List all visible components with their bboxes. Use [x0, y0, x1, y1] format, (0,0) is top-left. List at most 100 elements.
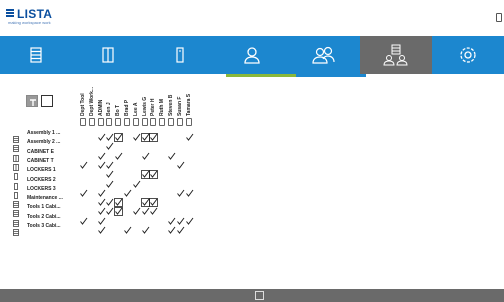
permission-cell[interactable]	[132, 185, 141, 194]
permission-cell[interactable]	[185, 157, 194, 166]
column-header[interactable]: Ruth M	[158, 78, 167, 128]
permission-cell[interactable]	[176, 166, 185, 175]
nav-item-locker[interactable]	[144, 36, 216, 74]
permission-cell[interactable]	[141, 185, 150, 194]
permission-cell[interactable]	[149, 213, 158, 222]
permission-cell[interactable]	[167, 185, 176, 194]
permission-cell[interactable]	[79, 157, 88, 169]
permission-cell[interactable]	[141, 203, 150, 216]
permission-cell[interactable]	[88, 148, 97, 157]
permission-cell[interactable]	[79, 129, 88, 138]
permission-cell[interactable]	[132, 203, 141, 216]
permission-cell[interactable]	[185, 138, 194, 147]
permission-cell[interactable]	[158, 185, 167, 194]
permission-cell[interactable]	[176, 129, 185, 138]
permission-cell[interactable]	[176, 185, 185, 197]
permission-cell[interactable]	[79, 185, 88, 197]
permission-cell[interactable]	[123, 138, 132, 147]
permission-cell[interactable]	[132, 138, 141, 147]
column-header[interactable]: Steven B	[167, 78, 176, 128]
permission-cell[interactable]	[158, 194, 167, 203]
permission-cell[interactable]	[132, 129, 141, 141]
permission-cell[interactable]	[185, 148, 194, 157]
permission-cell[interactable]	[185, 222, 194, 231]
permission-cell[interactable]	[123, 213, 132, 222]
permission-cell[interactable]	[140, 194, 150, 207]
permission-cell[interactable]	[105, 166, 114, 179]
permission-cell[interactable]	[141, 222, 150, 234]
permission-cell[interactable]	[176, 138, 185, 147]
permission-cell[interactable]	[167, 194, 176, 203]
permission-cell[interactable]	[167, 148, 176, 160]
permission-cell[interactable]	[158, 166, 167, 175]
column-header[interactable]: Peter H	[149, 78, 158, 128]
view-toggle-icon[interactable]	[26, 95, 38, 107]
nav-item-drawer-cabinet[interactable]	[0, 36, 72, 74]
column-header[interactable]: Dept Tool	[79, 78, 88, 128]
permission-cell[interactable]	[97, 222, 106, 234]
permission-cell[interactable]	[140, 166, 150, 180]
permission-cell[interactable]	[97, 185, 106, 197]
permission-cell[interactable]	[105, 148, 114, 157]
permission-cell[interactable]	[149, 176, 158, 185]
permission-cell[interactable]	[123, 166, 132, 175]
permission-cell[interactable]	[97, 194, 106, 206]
permission-cell[interactable]	[123, 185, 132, 197]
permission-cell[interactable]	[141, 138, 150, 147]
permission-cell[interactable]	[149, 138, 158, 147]
permission-cell[interactable]	[141, 157, 150, 166]
permission-cell[interactable]	[105, 129, 114, 141]
permission-cell[interactable]	[105, 185, 114, 194]
permission-cell[interactable]	[114, 138, 123, 147]
permission-cell[interactable]	[185, 176, 194, 185]
permission-cell[interactable]	[79, 194, 88, 203]
permission-cell[interactable]	[176, 157, 185, 169]
permission-cell[interactable]	[88, 203, 97, 212]
column-header[interactable]: Ben J	[105, 78, 114, 128]
permission-cell[interactable]	[149, 203, 158, 216]
column-header[interactable]: Tamara S	[185, 78, 194, 128]
permission-cell[interactable]	[88, 138, 97, 147]
permission-cell[interactable]	[105, 203, 114, 216]
permission-cell[interactable]	[167, 213, 176, 225]
permission-cell[interactable]	[97, 157, 106, 169]
column-header[interactable]: Lee A	[132, 78, 141, 128]
permission-cell[interactable]	[141, 148, 150, 160]
permission-cell[interactable]	[167, 166, 176, 175]
permission-cell[interactable]	[176, 203, 185, 212]
permission-cell[interactable]	[123, 157, 132, 166]
permission-cell[interactable]	[79, 138, 88, 147]
permission-cell[interactable]	[105, 222, 114, 231]
permission-cell[interactable]	[97, 213, 106, 225]
permission-cell[interactable]	[123, 176, 132, 185]
nav-item-user-cabinet-assign[interactable]	[360, 36, 432, 74]
permission-cell[interactable]	[149, 194, 159, 207]
permission-cell[interactable]	[105, 176, 114, 188]
column-header[interactable]: Dept Work...	[88, 78, 97, 128]
permission-cell[interactable]	[105, 138, 114, 151]
permission-cell[interactable]	[79, 166, 88, 175]
nav-item-cabinet[interactable]	[72, 36, 144, 74]
permission-cell[interactable]	[114, 166, 123, 175]
permission-cell[interactable]	[176, 176, 185, 185]
permission-cell[interactable]	[79, 176, 88, 185]
permission-cell[interactable]	[114, 176, 123, 185]
permission-cell[interactable]	[132, 148, 141, 157]
permission-cell[interactable]	[185, 166, 194, 175]
select-all-checkbox-icon[interactable]	[41, 95, 53, 107]
permission-cell[interactable]	[123, 222, 132, 234]
permission-cell[interactable]	[88, 185, 97, 194]
permission-cell[interactable]	[176, 148, 185, 157]
permission-cell[interactable]	[185, 129, 194, 141]
permission-cell[interactable]	[88, 194, 97, 203]
permission-cell[interactable]	[105, 194, 114, 206]
permission-cell[interactable]	[123, 203, 132, 212]
permission-cell[interactable]	[114, 157, 123, 166]
column-header[interactable]: ADMIN	[97, 78, 106, 128]
permission-cell[interactable]	[114, 194, 124, 207]
permission-cell[interactable]	[79, 222, 88, 231]
permission-cell[interactable]	[105, 213, 114, 222]
permission-cell[interactable]	[132, 213, 141, 222]
permission-cell[interactable]	[123, 129, 132, 138]
permission-cell[interactable]	[185, 203, 194, 212]
